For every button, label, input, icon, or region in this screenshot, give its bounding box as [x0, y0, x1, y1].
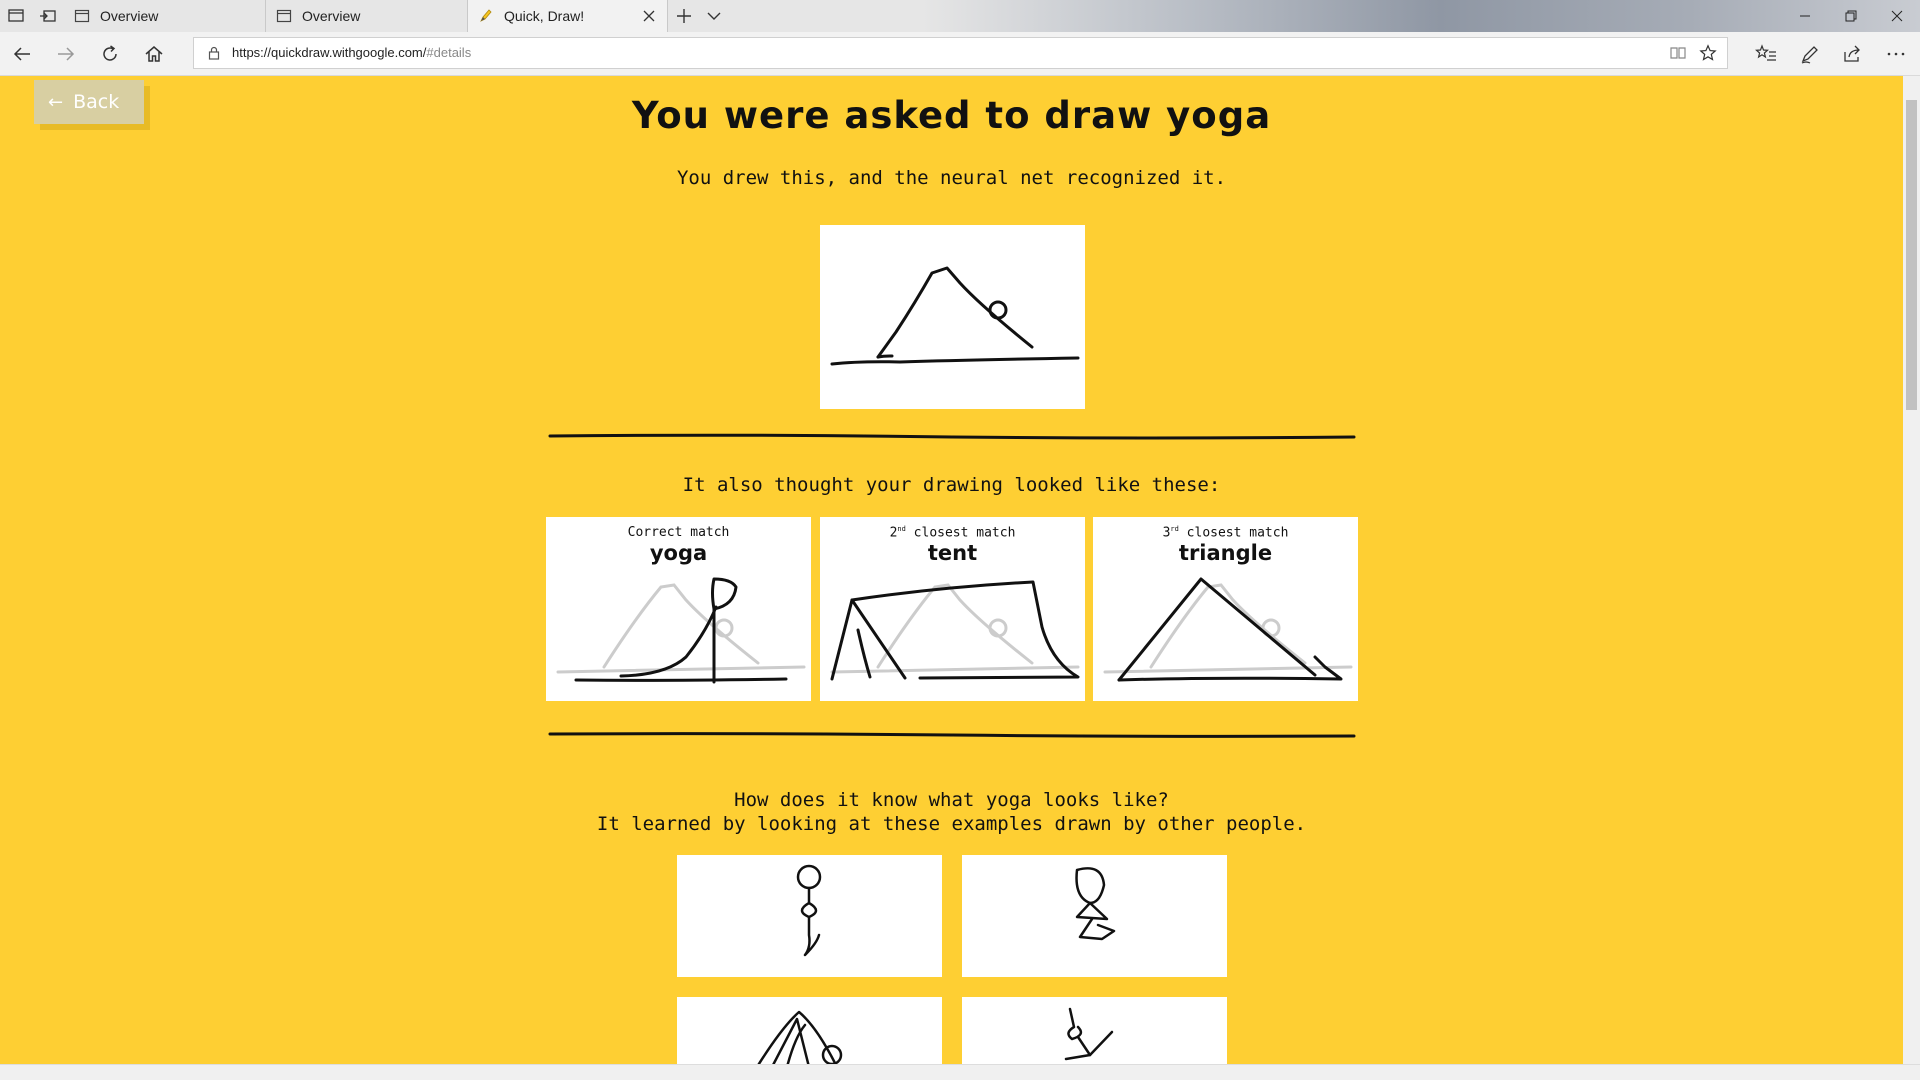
refresh-icon[interactable]: [98, 42, 122, 66]
pencil-favicon-icon: [480, 9, 492, 22]
match-card-tent[interactable]: 2nd closest match tent: [820, 517, 1085, 701]
minimize-icon: [1800, 15, 1810, 17]
minimize-button[interactable]: [1782, 0, 1828, 32]
how-line-2: It learned by looking at these examples …: [596, 813, 1307, 835]
page-subtitle: You drew this, and the neural net recogn…: [676, 167, 1227, 189]
caption-text: closest match: [1178, 525, 1289, 541]
example-drawing-card[interactable]: [962, 997, 1227, 1064]
back-arrow-icon[interactable]: [10, 42, 34, 66]
match-card-yoga[interactable]: Correct match yoga: [546, 517, 811, 701]
example-drawing-card[interactable]: [962, 855, 1227, 977]
example-drawing-card[interactable]: [677, 855, 942, 977]
plus-icon[interactable]: [674, 6, 694, 26]
scrollbar-thumb[interactable]: [1906, 100, 1917, 410]
match-caption: 3rd closest match: [1093, 525, 1358, 540]
chevron-down-icon[interactable]: [704, 6, 724, 26]
section-divider: [548, 732, 1356, 738]
share-icon[interactable]: [1840, 42, 1864, 66]
example-stick-figure: [1064, 1007, 1114, 1061]
close-icon[interactable]: [641, 8, 657, 24]
ordinal-suffix: rd: [1170, 525, 1179, 533]
url-host: https://quickdraw.withgoogle.com/: [232, 45, 427, 60]
tab-title: Quick, Draw!: [504, 8, 585, 24]
match-card-triangle[interactable]: 3rd closest match triangle: [1093, 517, 1358, 701]
reading-view-icon[interactable]: [1669, 45, 1687, 61]
match-name: yoga: [649, 541, 708, 565]
forward-arrow-icon[interactable]: [54, 42, 78, 66]
match-name: tent: [927, 541, 978, 565]
user-drawing-card: [820, 225, 1085, 409]
example-drawing-card[interactable]: [677, 997, 942, 1064]
favorites-icon[interactable]: [1754, 42, 1778, 66]
match-name: triangle: [1178, 541, 1273, 565]
pen-icon[interactable]: [1798, 42, 1822, 66]
page-icon: [74, 9, 90, 23]
tab-quick-draw[interactable]: Quick, Draw!: [468, 0, 668, 32]
restore-icon: [1845, 10, 1857, 22]
more-icon[interactable]: [1884, 42, 1908, 66]
url-path: #details: [426, 45, 472, 60]
close-window-icon: [1891, 10, 1903, 22]
how-it-knows-text: How does it know what yoga looks like? I…: [0, 788, 1903, 836]
navigation-bar: https://quickdraw.withgoogle.com/#detail…: [0, 32, 1920, 76]
lock-icon: [208, 46, 220, 60]
page-icon: [276, 9, 292, 23]
ordinal-suffix: nd: [897, 525, 906, 533]
example-mountain-figure: [757, 1010, 843, 1064]
user-drawing: [830, 266, 1080, 366]
tab-title: Overview: [302, 8, 361, 24]
match-caption: Correct match: [627, 525, 730, 540]
example-stick-figure: [1075, 867, 1116, 941]
horizontal-scrollbar[interactable]: [0, 1064, 1920, 1080]
tab-preview-icon[interactable]: [6, 6, 26, 26]
page-content: ← Back You were asked to draw yoga You d…: [0, 76, 1903, 1064]
tab-bar: Overview Overview Quick, Draw!: [0, 0, 1920, 32]
tab-title: Overview: [100, 8, 159, 24]
tab-overview-2[interactable]: Overview: [266, 0, 468, 32]
address-bar[interactable]: https://quickdraw.withgoogle.com/#detail…: [193, 37, 1728, 69]
star-icon[interactable]: [1699, 44, 1717, 62]
set-aside-icon[interactable]: [38, 6, 58, 26]
how-line-1: How does it know what yoga looks like?: [734, 789, 1169, 811]
example-stick-figure: [796, 864, 822, 957]
caption-text: closest match: [905, 525, 1016, 541]
match-caption: 2nd closest match: [820, 525, 1085, 540]
home-icon[interactable]: [142, 42, 166, 66]
restore-button[interactable]: [1828, 0, 1874, 32]
tab-overview-1[interactable]: Overview: [64, 0, 266, 32]
url-text[interactable]: https://quickdraw.withgoogle.com/#detail…: [232, 45, 471, 60]
close-window-button[interactable]: [1874, 0, 1920, 32]
vertical-scrollbar[interactable]: [1903, 76, 1920, 1064]
also-thought-text: It also thought your drawing looked like…: [682, 474, 1221, 496]
page-title: You were asked to draw yoga: [631, 94, 1272, 137]
section-divider: [548, 433, 1356, 440]
